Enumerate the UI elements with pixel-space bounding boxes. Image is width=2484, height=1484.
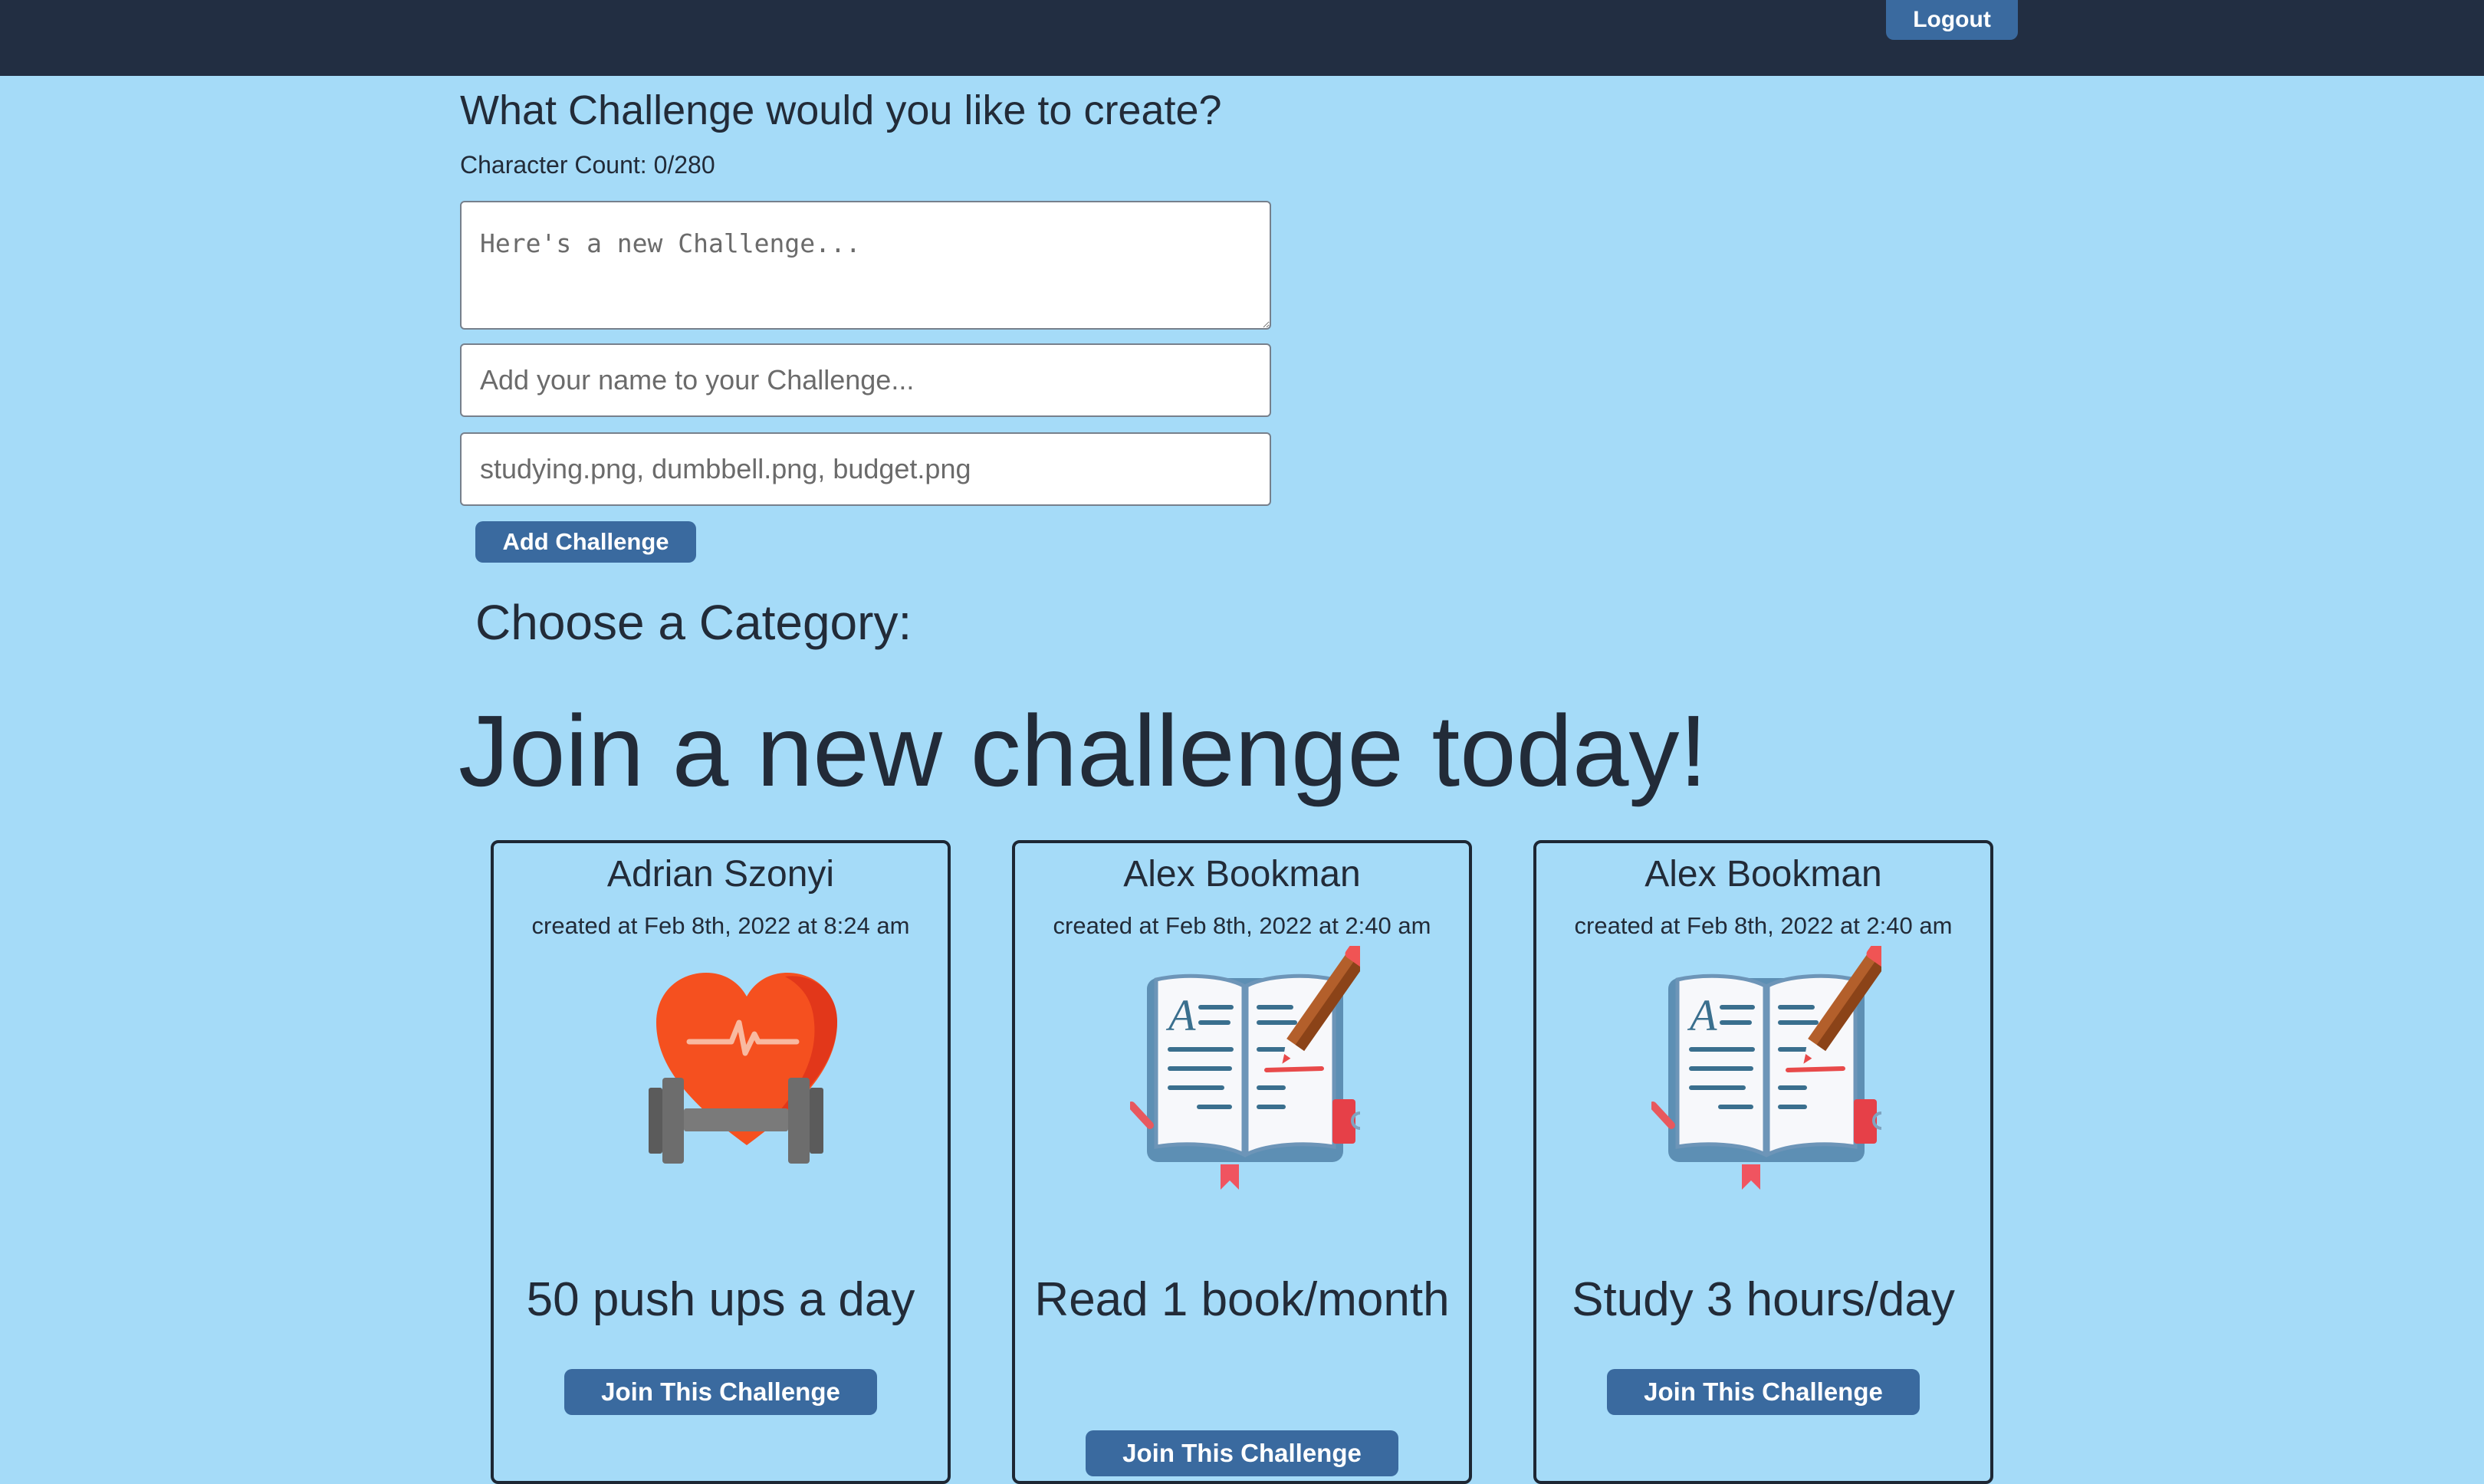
- top-nav-bar: Logout: [0, 0, 2484, 76]
- join-challenge-button[interactable]: Join This Challenge: [564, 1369, 877, 1415]
- author-name-input[interactable]: [460, 343, 1271, 417]
- join-heading: Join a new challenge today!: [458, 694, 1708, 807]
- heart-dumbbell-icon: [649, 973, 837, 1164]
- add-challenge-button[interactable]: Add Challenge: [475, 521, 696, 563]
- card-challenge-title: Study 3 hours/day: [1572, 1273, 1955, 1326]
- challenge-card: Alex Bookman created at Feb 8th, 2022 at…: [1533, 840, 1993, 1484]
- challenge-card: Adrian Szonyi created at Feb 8th, 2022 a…: [491, 840, 951, 1484]
- open-book-icon: A: [1651, 946, 1881, 1190]
- card-created-date: created at Feb 8th, 2022 at 8:24 am: [531, 912, 910, 939]
- join-challenge-button[interactable]: Join This Challenge: [1607, 1369, 1920, 1415]
- character-count: Character Count: 0/280: [460, 151, 715, 179]
- card-created-date: created at Feb 8th, 2022 at 2:40 am: [1053, 912, 1431, 939]
- challenge-card: Alex Bookman created at Feb 8th, 2022 at…: [1012, 840, 1472, 1484]
- card-author: Alex Bookman: [1644, 854, 1882, 895]
- svg-text:A: A: [1165, 990, 1196, 1040]
- image-filename-input[interactable]: [460, 432, 1271, 506]
- card-created-date: created at Feb 8th, 2022 at 2:40 am: [1574, 912, 1953, 939]
- create-challenge-title: What Challenge would you like to create?: [460, 87, 1222, 133]
- card-challenge-title: Read 1 book/month: [1034, 1273, 1450, 1326]
- join-challenge-button[interactable]: Join This Challenge: [1086, 1430, 1398, 1476]
- open-book-icon: A: [1130, 946, 1360, 1190]
- card-author: Alex Bookman: [1123, 854, 1361, 895]
- svg-text:A: A: [1687, 990, 1717, 1040]
- card-challenge-title: 50 push ups a day: [526, 1273, 915, 1326]
- category-label: Choose a Category:: [475, 595, 912, 650]
- challenge-text-input[interactable]: [460, 201, 1271, 330]
- card-author: Adrian Szonyi: [606, 854, 835, 895]
- logout-button[interactable]: Logout: [1886, 0, 2018, 40]
